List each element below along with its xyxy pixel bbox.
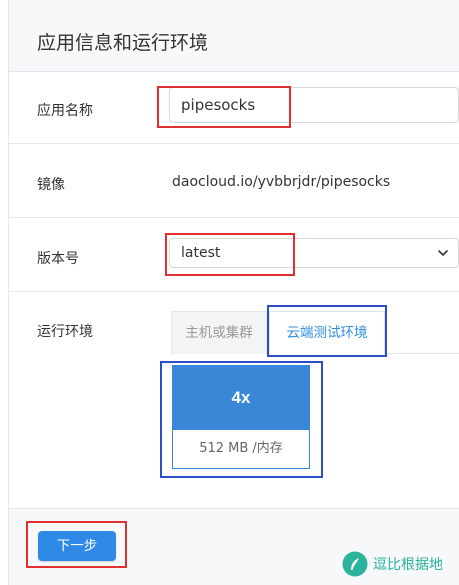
- chevron-down-icon: [438, 250, 448, 256]
- watermark: 逗比根据地: [342, 551, 443, 577]
- runtime-row: 运行环境 主机或集群 云端测试环境 4x 512 MB /内存: [9, 292, 459, 508]
- version-row: 版本号 latest: [9, 218, 459, 292]
- app-config-panel: 应用信息和运行环境 应用名称 pipesocks 镜像 daocloud.io/…: [8, 0, 459, 585]
- version-selected-value: latest: [181, 245, 221, 261]
- next-button[interactable]: 下一步: [38, 531, 116, 561]
- plan-card-4x[interactable]: 4x 512 MB /内存: [172, 365, 310, 469]
- page-title: 应用信息和运行环境: [37, 32, 209, 54]
- tab-cloud-test[interactable]: 云端测试环境: [269, 311, 385, 355]
- panel-footer: 下一步 逗比根据地: [9, 508, 459, 585]
- app-name-row: 应用名称 pipesocks: [9, 72, 459, 144]
- panel-header: 应用信息和运行环境: [9, 0, 459, 72]
- plan-memory-value: 512 MB: [199, 441, 249, 456]
- image-label: 镜像: [37, 177, 65, 193]
- app-name-label: 应用名称: [37, 103, 93, 119]
- plan-memory: 512 MB /内存: [173, 430, 309, 468]
- watermark-text: 逗比根据地: [373, 557, 443, 573]
- plan-name: 4x: [173, 366, 309, 430]
- plan-memory-unit: /内存: [252, 441, 283, 456]
- version-select[interactable]: latest: [169, 238, 459, 268]
- image-value: daocloud.io/yvbbrjdr/pipesocks: [172, 174, 391, 190]
- version-label: 版本号: [37, 251, 79, 267]
- runtime-label: 运行环境: [37, 324, 93, 340]
- leaf-logo-icon: [342, 551, 368, 577]
- image-row: 镜像 daocloud.io/yvbbrjdr/pipesocks: [9, 144, 459, 218]
- runtime-tabs: 主机或集群 云端测试环境: [171, 311, 459, 355]
- tab-host-cluster[interactable]: 主机或集群: [171, 311, 267, 354]
- app-name-input[interactable]: pipesocks: [169, 87, 459, 123]
